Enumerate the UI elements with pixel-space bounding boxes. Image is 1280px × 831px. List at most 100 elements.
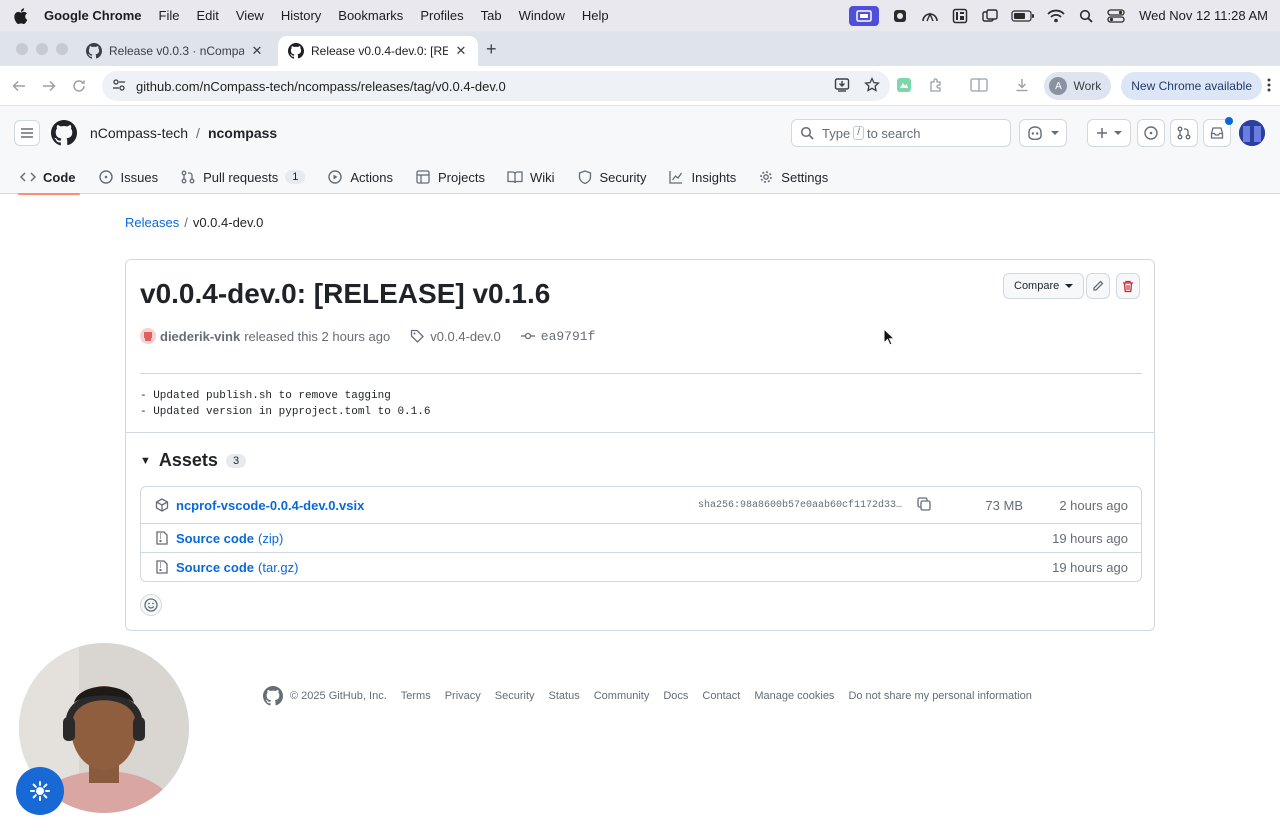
compare-label: Compare	[1014, 280, 1060, 292]
github-logo-icon[interactable]	[263, 686, 283, 706]
footer-link-terms[interactable]: Terms	[401, 690, 431, 702]
assets-toggle[interactable]: ▼ Assets 3	[140, 450, 247, 471]
bookmark-star-icon[interactable]	[864, 76, 880, 96]
menu-history[interactable]: History	[281, 8, 321, 23]
menu-view[interactable]: View	[236, 8, 264, 23]
address-bar[interactable]: github.com/nCompass-tech/ncompass/releas…	[102, 71, 890, 101]
footer-link-privacy[interactable]: Privacy	[445, 690, 481, 702]
delete-release-button[interactable]	[1116, 273, 1140, 299]
footer-link-manage-cookies[interactable]: Manage cookies	[754, 690, 834, 702]
inbox-button[interactable]	[1203, 117, 1233, 147]
github-search-input[interactable]: Type / to search	[791, 119, 1011, 147]
new-tab-icon[interactable]: +	[486, 39, 497, 60]
asset-download-link[interactable]: ncprof-vscode-0.0.4-dev.0.vsix	[176, 498, 364, 513]
minimize-window-button[interactable]	[36, 43, 48, 55]
table-icon	[415, 169, 431, 185]
close-window-button[interactable]	[16, 43, 28, 55]
menu-tab[interactable]: Tab	[481, 8, 502, 23]
pull-requests-button[interactable]	[1170, 119, 1198, 147]
user-avatar[interactable]	[1239, 120, 1265, 146]
author-avatar[interactable]	[140, 328, 156, 344]
forward-arrow-icon[interactable]	[34, 71, 64, 101]
browser-tab-release-v004-dev0[interactable]: Release v0.0.4-dev.0: [RELE ✕	[278, 36, 478, 66]
release-notes: - Updated publish.sh to remove tagging -…	[140, 388, 430, 420]
asset-download-link[interactable]: Source code	[176, 531, 254, 546]
repo-tab-projects[interactable]: Projects	[415, 160, 485, 194]
add-reaction-smiley-icon[interactable]	[140, 594, 162, 616]
release-card: v0.0.4-dev.0: [RELEASE] v0.1.6 Compare d…	[125, 259, 1155, 631]
back-arrow-icon[interactable]	[4, 71, 34, 101]
search-icon	[800, 126, 814, 140]
extensions-puzzle-icon[interactable]	[928, 77, 944, 96]
edit-release-button[interactable]	[1086, 273, 1110, 299]
releases-link[interactable]: Releases	[125, 215, 179, 230]
wifi-icon[interactable]	[1047, 8, 1065, 24]
downloads-icon[interactable]	[1014, 77, 1030, 96]
compare-button[interactable]: Compare	[1003, 273, 1085, 299]
asterisk-icon	[29, 780, 51, 802]
asset-format[interactable]: (zip)	[258, 531, 283, 546]
tag-name: v0.0.4-dev.0	[430, 328, 501, 344]
footer-link-community[interactable]: Community	[594, 690, 650, 702]
repo-tab-wiki[interactable]: Wiki	[507, 160, 555, 194]
release-tag[interactable]: v0.0.4-dev.0	[410, 329, 501, 344]
recorder-control-button[interactable]	[16, 767, 64, 815]
tab-close-icon[interactable]: ✕	[250, 43, 264, 59]
extension-green-icon[interactable]	[896, 77, 912, 96]
asset-download-link[interactable]: Source code	[176, 560, 254, 575]
menu-edit[interactable]: Edit	[196, 8, 218, 23]
install-app-icon[interactable]	[834, 77, 850, 96]
reading-mode-icon[interactable]	[970, 77, 989, 96]
repo-tab-security[interactable]: Security	[577, 160, 646, 194]
repo-tab-actions[interactable]: Actions	[327, 160, 393, 194]
screen-share-icon[interactable]	[849, 5, 880, 26]
create-new-button[interactable]	[1087, 119, 1131, 147]
github-logo-icon[interactable]	[51, 120, 77, 146]
repo-tab-issues[interactable]: Issues	[98, 160, 158, 194]
asset-time: 19 hours ago	[1052, 559, 1128, 575]
repo-name-link[interactable]: ncompass	[208, 125, 277, 141]
tab-close-icon[interactable]: ✕	[454, 43, 468, 59]
control-center-icon[interactable]	[1107, 8, 1125, 24]
footer-link-docs[interactable]: Docs	[663, 690, 688, 702]
arc-icon[interactable]	[921, 8, 939, 24]
repo-tab-settings[interactable]: Settings	[758, 160, 828, 194]
copy-icon[interactable]	[917, 497, 931, 514]
menu-bookmarks[interactable]: Bookmarks	[338, 8, 403, 23]
menu-profiles[interactable]: Profiles	[420, 8, 463, 23]
author-link[interactable]: diederik-vink	[160, 329, 240, 344]
menu-app-name[interactable]: Google Chrome	[44, 8, 142, 23]
footer-link-status[interactable]: Status	[549, 690, 580, 702]
battery-icon[interactable]	[1011, 8, 1035, 24]
reload-icon[interactable]	[64, 71, 94, 101]
spotlight-search-icon[interactable]	[1077, 8, 1095, 24]
site-info-icon[interactable]	[112, 78, 126, 95]
repo-owner-link[interactable]: nCompass-tech	[90, 125, 188, 141]
pull-request-count-badge: 1	[285, 170, 306, 184]
footer-link-security[interactable]: Security	[495, 690, 535, 702]
copilot-button[interactable]	[1019, 119, 1067, 147]
menu-help[interactable]: Help	[582, 8, 609, 23]
app-status-icon[interactable]	[891, 8, 909, 24]
menu-window[interactable]: Window	[519, 8, 565, 23]
window-switcher-icon[interactable]	[981, 8, 999, 24]
issues-button[interactable]	[1137, 119, 1165, 147]
zoom-window-button[interactable]	[56, 43, 68, 55]
menubar-clock[interactable]: Wed Nov 12 11:28 AM	[1139, 8, 1268, 23]
calendar-app-icon[interactable]	[951, 8, 969, 24]
kebab-menu-icon[interactable]	[1266, 77, 1272, 96]
profile-chip[interactable]: A Work	[1044, 72, 1112, 100]
repo-tab-insights[interactable]: Insights	[668, 160, 736, 194]
update-chrome-button[interactable]: New Chrome available	[1121, 72, 1262, 100]
release-commit[interactable]: ea9791f	[520, 329, 595, 344]
hamburger-menu-icon[interactable]	[14, 120, 40, 146]
footer-link-do-not-share[interactable]: Do not share my personal information	[848, 690, 1031, 702]
browser-tab-release-v003[interactable]: Release v0.0.3 · nCompass-te ✕	[76, 36, 274, 66]
apple-icon[interactable]	[14, 7, 30, 24]
repo-tab-code[interactable]: Code	[18, 160, 79, 195]
asset-format[interactable]: (tar.gz)	[258, 560, 298, 575]
repo-tab-pull-requests[interactable]: Pull requests 1	[180, 160, 306, 194]
menu-file[interactable]: File	[159, 8, 180, 23]
repo-tab-label: Projects	[438, 169, 485, 185]
footer-link-contact[interactable]: Contact	[702, 690, 740, 702]
